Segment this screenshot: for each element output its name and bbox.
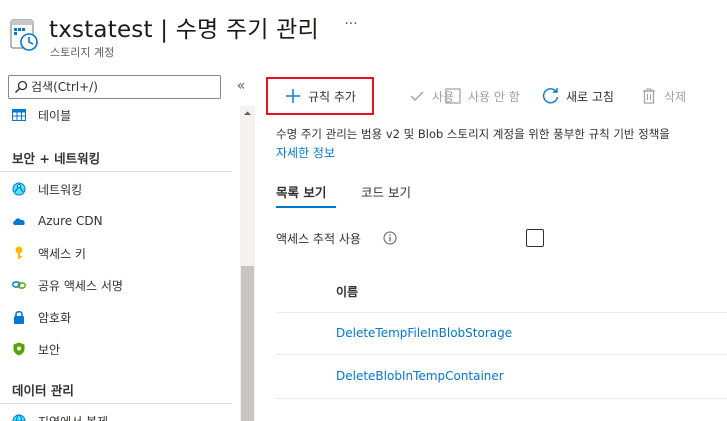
scrollbar-thumb[interactable]: [241, 266, 254, 421]
disable-button[interactable]: 사용 안 함: [444, 77, 520, 115]
globe-icon: [12, 414, 26, 421]
checkmark-icon: [408, 87, 426, 105]
active-tab-indicator: [276, 206, 336, 208]
sidebar-item-label: 지역에서 복제: [38, 413, 108, 421]
disable-label: 사용 안 함: [468, 89, 520, 104]
sidebar-scrollbar[interactable]: [240, 106, 255, 421]
table-icon: [12, 108, 26, 122]
plus-icon: [284, 87, 302, 105]
add-rule-button[interactable]: 규칙 추가: [266, 77, 374, 115]
sidebar-item-security[interactable]: 보안: [0, 334, 232, 364]
section-divider: [0, 403, 232, 404]
search-icon: [15, 80, 28, 93]
sidebar-item-azure-cdn[interactable]: Azure CDN: [0, 206, 232, 236]
lock-icon: [12, 310, 26, 324]
sidebar-item-label: 공유 액세스 서명: [38, 278, 123, 293]
add-rule-label: 규칙 추가: [308, 89, 356, 104]
delete-label: 삭제: [664, 89, 687, 104]
trash-icon: [640, 87, 658, 105]
sidebar-item-networking[interactable]: 네트워킹: [0, 174, 232, 204]
section-security-networking: 보안 + 네트워킹: [12, 151, 101, 166]
row-divider: [276, 354, 727, 355]
column-header-name: 이름: [336, 285, 359, 299]
section-data-management: 데이터 관리: [12, 383, 74, 398]
tab-code-view[interactable]: 코드 보기: [361, 182, 411, 201]
sidebar-item-geo-replication[interactable]: 지역에서 복제: [0, 406, 232, 421]
tab-list-view[interactable]: 목록 보기: [276, 182, 326, 201]
shield-icon: [12, 342, 26, 356]
info-icon[interactable]: [383, 231, 397, 245]
search-box[interactable]: [8, 75, 221, 99]
sidebar-item-label: 액세스 키: [38, 246, 86, 261]
sidebar-item-label: 테이블: [38, 108, 72, 123]
rule-link-delete-blob-temp[interactable]: DeleteBlobInTempContainer: [336, 369, 504, 383]
sidebar-item-tables[interactable]: 테이블: [0, 100, 232, 130]
sidebar-item-label: 네트워킹: [38, 182, 83, 197]
sidebar-item-access-keys[interactable]: 액세스 키: [0, 238, 232, 268]
networking-icon: [12, 182, 26, 196]
more-info-link[interactable]: 자세한 정보: [276, 144, 335, 161]
access-tracking-checkbox[interactable]: [526, 229, 544, 247]
search-input[interactable]: [31, 77, 216, 97]
access-tracking-label: 액세스 추적 사용: [276, 232, 361, 246]
key-icon: [12, 246, 26, 260]
page-header: txstatest | 수명 주기 관리 스토리지 계정 ···: [0, 0, 727, 72]
more-options-icon[interactable]: ···: [340, 14, 362, 34]
lifecycle-management-icon: [10, 19, 38, 51]
collapse-sidebar-icon[interactable]: «: [232, 78, 250, 96]
refresh-button[interactable]: 새로 고침: [542, 77, 614, 115]
page-subtitle: 스토리지 계정: [50, 46, 115, 59]
description-text: 수명 주기 관리는 범용 v2 및 Blob 스토리지 계정을 위한 풍부한 규…: [276, 127, 670, 141]
sidebar-item-label: Azure CDN: [38, 214, 103, 228]
page-title: txstatest | 수명 주기 관리: [49, 17, 319, 43]
link-icon: [12, 278, 26, 292]
scroll-up-icon[interactable]: [240, 106, 255, 121]
row-divider: [276, 398, 727, 399]
refresh-icon: [542, 87, 560, 105]
sidebar-item-label: 보안: [38, 342, 61, 357]
command-bar: 규칙 추가 사용 사용 안 함 새로 고침 삭제: [266, 77, 727, 117]
section-divider: [0, 171, 232, 172]
sidebar: « 테이블 보안 + 네트워킹 네트워킹: [0, 72, 258, 421]
row-divider: [276, 312, 727, 313]
rule-link-delete-temp-file[interactable]: DeleteTempFileInBlobStorage: [336, 326, 512, 340]
empty-checkbox-icon: [444, 87, 462, 105]
sidebar-item-label: 암호화: [38, 310, 72, 325]
sidebar-item-encryption[interactable]: 암호화: [0, 302, 232, 332]
cloud-icon: [12, 214, 26, 228]
sidebar-item-sas[interactable]: 공유 액세스 서명: [0, 270, 232, 300]
delete-button[interactable]: 삭제: [640, 77, 686, 115]
refresh-label: 새로 고침: [566, 89, 614, 104]
